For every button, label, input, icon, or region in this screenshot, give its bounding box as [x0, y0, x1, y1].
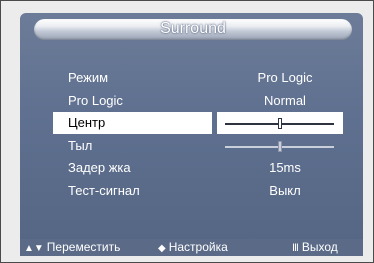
osd-menu-panel: Surround Режим Pro Logic Pro Logic Norma… [20, 13, 363, 239]
menu-item-pro-logic[interactable]: Pro Logic Normal [27, 90, 352, 113]
menu-item-rear[interactable]: Тыл [27, 135, 352, 158]
slider-knob[interactable] [277, 118, 282, 130]
menu-item-label: Центр [68, 115, 106, 131]
rear-level-slider[interactable] [225, 140, 334, 152]
menu-item-mode[interactable]: Режим Pro Logic [27, 67, 352, 90]
menu-item-label: Задер жка [68, 160, 131, 176]
help-move: ▲▼ Переместить [24, 240, 120, 254]
menu-item-delay[interactable]: Задер жка 15ms [27, 157, 352, 180]
menu-item-label: Тест-сигнал [68, 182, 140, 198]
left-right-arrows-icon: ◆ [158, 243, 166, 254]
menu-item-value: Normal [264, 92, 306, 108]
menu-list: Режим Pro Logic Pro Logic Normal Центр Т… [27, 67, 352, 203]
center-level-slider[interactable] [225, 118, 334, 130]
menu-item-value: 15ms [269, 160, 301, 176]
help-adjust-label: Настройка [168, 240, 228, 254]
help-exit-label: Выход [301, 240, 338, 254]
menu-item-value: Выкл [269, 182, 301, 198]
menu-item-label: Режим [68, 70, 109, 85]
menu-item-label: Pro Logic [68, 92, 123, 108]
menu-item-value: Pro Logic [257, 70, 313, 85]
help-bar: ▲▼ Переместить ◆ Настройка Ⅲ Выход [20, 239, 363, 256]
menu-item-label: Тыл [68, 137, 93, 153]
menu-exit-icon: Ⅲ [292, 243, 299, 254]
help-adjust: ◆ Настройка [158, 240, 228, 254]
menu-title: Surround [160, 20, 226, 37]
title-bar: Surround [34, 19, 352, 40]
up-down-arrows-icon: ▲▼ [24, 243, 44, 254]
menu-item-test-tone[interactable]: Тест-сигнал Выкл [27, 180, 352, 203]
slider-knob[interactable] [277, 140, 282, 152]
menu-item-center[interactable]: Центр [27, 112, 352, 135]
help-move-label: Переместить [46, 240, 121, 254]
help-exit: Ⅲ Выход [292, 240, 338, 254]
